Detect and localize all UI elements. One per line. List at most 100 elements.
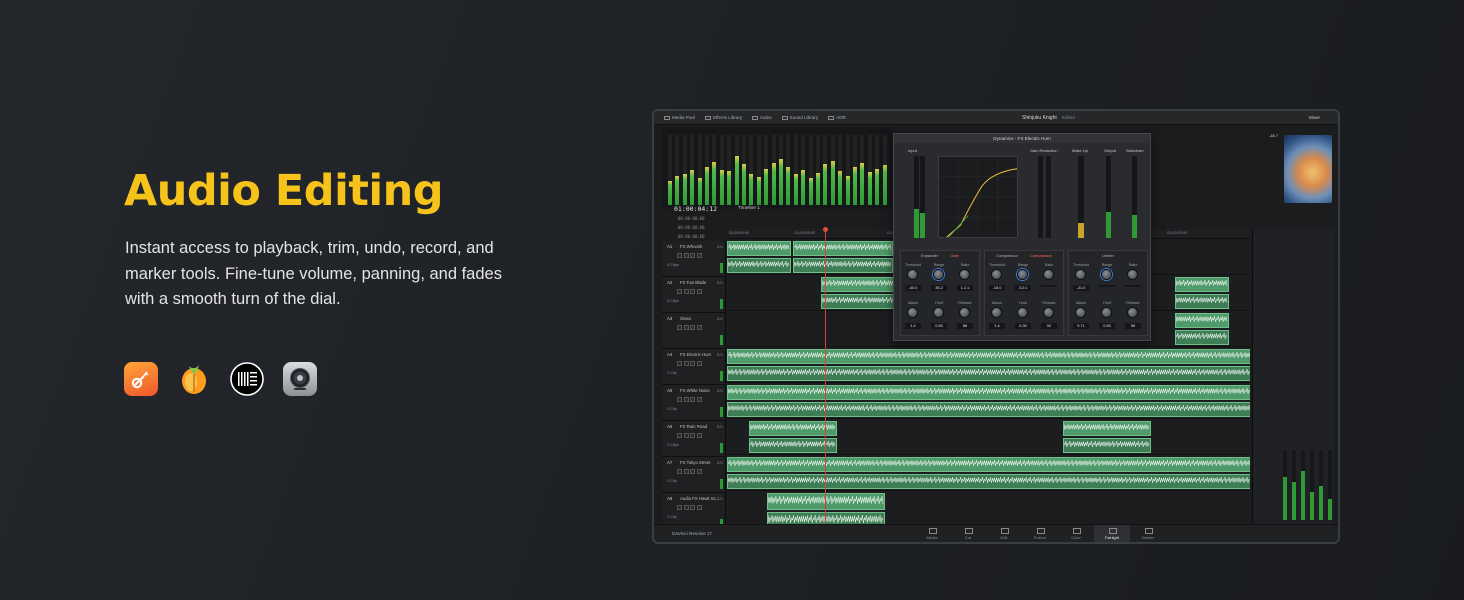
page-tab-media[interactable]: Media [914, 525, 950, 542]
audio-clip[interactable] [1175, 330, 1229, 345]
record-arm-button[interactable] [677, 505, 682, 510]
audio-clip[interactable] [727, 258, 791, 273]
record-arm-button[interactable] [677, 397, 682, 402]
record-arm-button[interactable] [677, 433, 682, 438]
dynamics-knob[interactable] [907, 307, 918, 318]
mixer-toggle[interactable]: Mixer [1309, 115, 1320, 120]
section-mode-toggle[interactable]: Gate [950, 253, 959, 258]
audio-clip[interactable] [727, 457, 1250, 472]
dynamics-knob[interactable] [959, 269, 970, 280]
fx-button[interactable] [696, 361, 702, 366]
track-header-a3[interactable]: A3 Glass 3.0 [662, 313, 726, 349]
audio-clip[interactable] [1063, 421, 1151, 436]
mute-button[interactable] [690, 289, 695, 294]
record-arm-button[interactable] [677, 289, 682, 294]
solo-button[interactable] [683, 433, 689, 438]
solo-button[interactable] [683, 397, 689, 402]
audio-clip[interactable] [727, 474, 1250, 489]
dynamics-knob[interactable] [1101, 269, 1112, 280]
audio-clip[interactable] [1175, 277, 1229, 292]
track-header-a2[interactable]: A2 FX Fan Blade 3.0 4 Clips [662, 277, 726, 313]
dynamics-knob[interactable] [907, 269, 918, 280]
effects-library-button[interactable]: Effects Library [704, 115, 742, 120]
timeline-selector[interactable]: Timeline 1 [738, 206, 760, 211]
solo-button[interactable] [683, 361, 689, 366]
index-button[interactable]: Index [752, 115, 772, 120]
audio-clip[interactable] [727, 366, 1250, 381]
dynamics-knob[interactable] [933, 307, 944, 318]
audio-clip[interactable] [793, 258, 893, 273]
mute-button[interactable] [690, 361, 695, 366]
track-header-a4[interactable]: A4 FX Electric Hum 3.0 1 Clip [662, 349, 726, 385]
record-arm-button[interactable] [677, 361, 682, 366]
audio-clip[interactable] [767, 493, 885, 510]
page-tab-color[interactable]: Color [1058, 525, 1094, 542]
track-lane[interactable] [727, 347, 1250, 383]
audio-clip[interactable] [727, 349, 1250, 364]
dynamics-knob[interactable] [991, 307, 1002, 318]
dynamics-knob[interactable] [1017, 269, 1028, 280]
audio-clip[interactable] [767, 512, 885, 524]
mute-button[interactable] [690, 433, 695, 438]
mute-button[interactable] [690, 325, 695, 330]
mute-button[interactable] [690, 505, 695, 510]
media-pool-button[interactable]: Media Pool [664, 115, 695, 120]
track-lane[interactable] [727, 491, 1250, 524]
solo-button[interactable] [683, 505, 689, 510]
dynamics-knob[interactable] [1075, 269, 1086, 280]
track-lane[interactable] [727, 455, 1250, 491]
page-tab-deliver[interactable]: Deliver [1130, 525, 1166, 542]
fx-button[interactable] [696, 289, 702, 294]
dynamics-knob[interactable] [1127, 307, 1138, 318]
fx-button[interactable] [696, 505, 702, 510]
audio-clip[interactable] [1063, 438, 1151, 453]
sound-library-button[interactable]: Sound Library [781, 115, 818, 120]
dynamics-knob[interactable] [959, 307, 970, 318]
track-header-a1[interactable]: A1 FX Whoosh 3.0 4 Clips [662, 241, 726, 277]
page-tab-edit[interactable]: Edit [986, 525, 1022, 542]
record-arm-button[interactable] [677, 253, 682, 258]
dynamics-knob[interactable] [1075, 307, 1086, 318]
page-tab-fusion[interactable]: Fusion [1022, 525, 1058, 542]
fx-button[interactable] [696, 433, 702, 438]
dynamics-knob[interactable] [1101, 307, 1112, 318]
track-header-a7[interactable]: A7 FX Tokyo Street 3.0 1 Clip [662, 457, 726, 493]
dynamics-knob[interactable] [1043, 269, 1054, 280]
record-arm-button[interactable] [677, 469, 682, 474]
section-mode-toggle[interactable]: Compressor [1030, 253, 1052, 258]
solo-button[interactable] [683, 325, 689, 330]
track-lane[interactable] [727, 419, 1250, 455]
track-header-a6[interactable]: A6 FX Rain Road 3.0 2 Clips [662, 421, 726, 457]
solo-button[interactable] [683, 469, 689, 474]
fx-button[interactable] [696, 325, 702, 330]
dynamics-knob[interactable] [1043, 307, 1054, 318]
dynamics-knob[interactable] [1017, 307, 1028, 318]
transfer-curve-graph[interactable] [938, 156, 1018, 238]
page-tab-fairlight[interactable]: Fairlight [1094, 525, 1130, 542]
fx-button[interactable] [696, 253, 702, 258]
audio-clip[interactable] [1175, 294, 1229, 309]
dynamics-knob[interactable] [933, 269, 944, 280]
audio-clip[interactable] [727, 385, 1250, 400]
audio-clip[interactable] [1175, 313, 1229, 328]
audio-clip[interactable] [727, 241, 791, 256]
mute-button[interactable] [690, 397, 695, 402]
mute-button[interactable] [690, 469, 695, 474]
track-header-a5[interactable]: A5 FX White Noise 3.0 1 Clip [662, 385, 726, 421]
audio-clip[interactable] [793, 241, 893, 256]
fx-button[interactable] [696, 397, 702, 402]
audio-clip[interactable] [727, 402, 1250, 417]
makeup-fader[interactable] [1078, 156, 1084, 238]
dynamics-knob[interactable] [991, 269, 1002, 280]
audio-clip[interactable] [749, 421, 837, 436]
solo-button[interactable] [683, 253, 689, 258]
mute-button[interactable] [690, 253, 695, 258]
record-arm-button[interactable] [677, 325, 682, 330]
fx-button[interactable] [696, 469, 702, 474]
adr-button[interactable]: ADR [828, 115, 846, 120]
page-tab-cut[interactable]: Cut [950, 525, 986, 542]
playhead[interactable] [823, 227, 828, 524]
track-lane[interactable] [727, 383, 1250, 419]
dynamics-knob[interactable] [1127, 269, 1138, 280]
audio-clip[interactable] [749, 438, 837, 453]
